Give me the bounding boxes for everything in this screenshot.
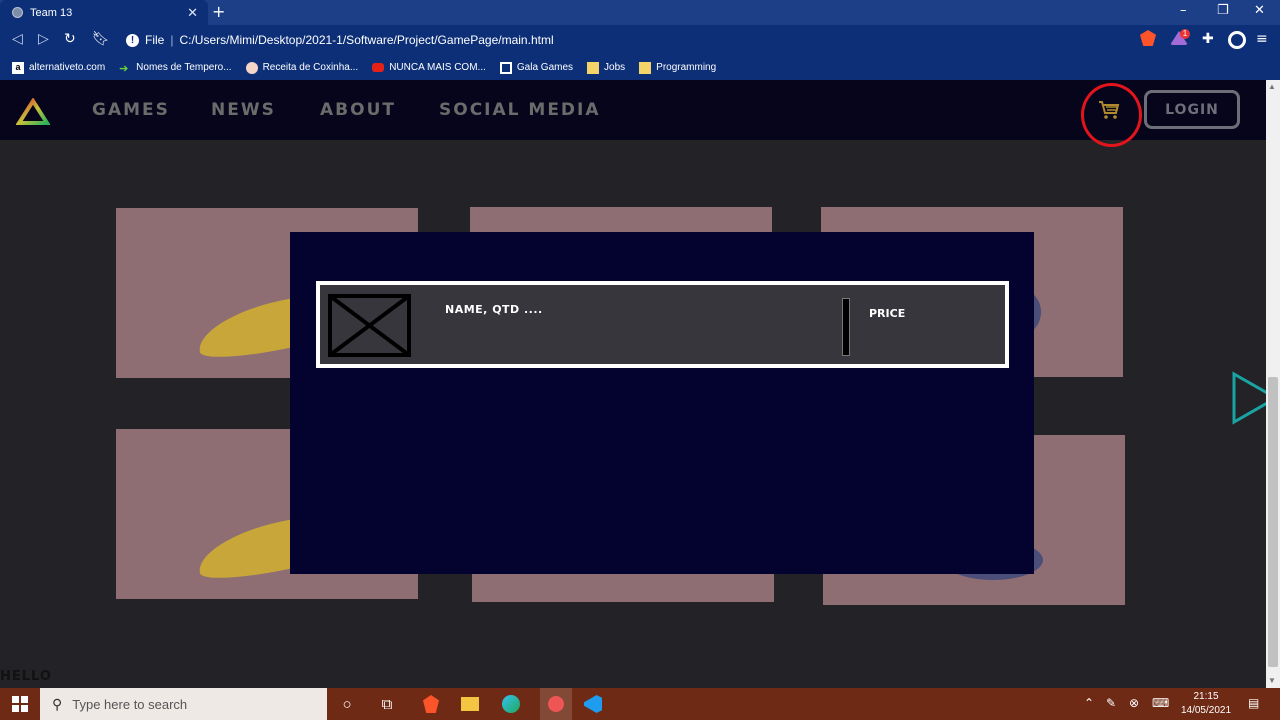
- bookmark-item[interactable]: NUNCA MAIS COM...: [372, 62, 486, 73]
- clock-date: 14/05/2021: [1180, 705, 1232, 716]
- green-arrow-icon: ➔: [119, 62, 129, 75]
- chef-icon: [245, 61, 258, 74]
- bookmark-label: Nomes de Tempero...: [136, 62, 232, 73]
- bookmark-icon[interactable]: 🔖︎: [92, 31, 110, 47]
- input-method-icon[interactable]: ⌨: [1152, 696, 1169, 710]
- close-window-button[interactable]: ✕: [1254, 3, 1265, 18]
- gala-icon: [499, 61, 512, 74]
- nav-games[interactable]: GAMES: [92, 100, 170, 120]
- search-icon: ⚲: [52, 695, 63, 712]
- folder-icon: [587, 61, 600, 74]
- brave-app-icon[interactable]: [420, 694, 442, 714]
- youtube-icon: [372, 63, 385, 72]
- bookmark-item[interactable]: ➔ Nomes de Tempero...: [119, 62, 232, 75]
- address-text[interactable]: C:/Users/Mimi/Desktop/2021-1/Software/Pr…: [179, 33, 553, 47]
- folder-icon: [639, 61, 652, 74]
- bookmark-label: alternativeto.com: [29, 62, 106, 73]
- rewards-badge: 1: [1180, 29, 1190, 39]
- info-icon[interactable]: !: [126, 33, 139, 47]
- bookmarks-bar: a alternativeto.com ➔ Nomes de Tempero..…: [0, 55, 1280, 80]
- nav-news[interactable]: NEWS: [211, 100, 276, 120]
- pen-icon[interactable]: ✎: [1106, 696, 1116, 710]
- image-placeholder-icon: [328, 294, 411, 357]
- triangle-logo-icon[interactable]: [16, 98, 50, 126]
- browser-tab[interactable]: Team 13 ✕: [0, 0, 208, 25]
- taskbar-clock[interactable]: 21:15 14/05/2021: [1176, 690, 1236, 718]
- brave-shield-icon[interactable]: [1140, 30, 1156, 46]
- item-name-qty: NAME, QTD ....: [445, 303, 543, 316]
- extensions-icon[interactable]: ✚: [1202, 31, 1214, 47]
- menu-icon[interactable]: ≡: [1256, 31, 1268, 47]
- scroll-down-icon[interactable]: ▼: [1268, 676, 1276, 685]
- cart-modal: NAME, QTD .... PRICE: [290, 232, 1034, 574]
- cart-item-row[interactable]: NAME, QTD .... PRICE: [316, 281, 1009, 368]
- taskbar-search[interactable]: ⚲ Type here to search: [40, 688, 327, 720]
- windows-taskbar: ⚲ Type here to search ○ ⧉ ⌃ ✎ ⊗ ⌨ 21:15 …: [0, 688, 1280, 720]
- edge-icon[interactable]: [500, 694, 522, 714]
- reload-icon[interactable]: ↻: [64, 31, 76, 47]
- tab-favicon-icon: [12, 7, 23, 18]
- item-price: PRICE: [869, 307, 906, 320]
- minimize-button[interactable]: –: [1180, 3, 1187, 18]
- tray-chevron-icon[interactable]: ⌃: [1084, 696, 1094, 710]
- bookmark-label: Gala Games: [516, 62, 574, 73]
- bookmark-item[interactable]: Receita de Coxinha...: [245, 61, 359, 74]
- footer-text: HELLO: [0, 669, 52, 684]
- task-view-icon[interactable]: ⧉: [376, 694, 398, 714]
- tab-title: Team 13: [30, 6, 73, 19]
- browser-toolbar: ◁ ▷ ↻ 🔖︎ ! File | C:/Users/Mimi/Desktop/…: [0, 25, 1280, 55]
- bookmark-item[interactable]: a alternativeto.com: [12, 61, 106, 74]
- a-letter-icon: a: [12, 61, 24, 74]
- page-viewport: GAMES NEWS ABOUT SOCIAL MEDIA LOGIN NAME…: [0, 80, 1280, 688]
- scrollbar[interactable]: ▲ ▼: [1266, 80, 1280, 688]
- network-off-icon[interactable]: ⊗: [1129, 696, 1139, 710]
- active-browser-icon[interactable]: [540, 688, 572, 720]
- site-navbar: GAMES NEWS ABOUT SOCIAL MEDIA LOGIN: [0, 80, 1280, 147]
- profile-icon[interactable]: [1228, 31, 1246, 49]
- login-button[interactable]: LOGIN: [1144, 90, 1240, 129]
- vscode-icon[interactable]: [582, 694, 604, 714]
- cortana-icon[interactable]: ○: [336, 694, 358, 714]
- nav-about[interactable]: ABOUT: [320, 100, 396, 120]
- back-icon[interactable]: ◁: [12, 31, 23, 47]
- file-explorer-icon[interactable]: [459, 694, 481, 714]
- forward-icon[interactable]: ▷: [38, 31, 49, 47]
- cart-highlight-circle: [1081, 83, 1142, 147]
- search-placeholder: Type here to search: [72, 696, 188, 712]
- start-button[interactable]: [0, 688, 40, 720]
- bookmark-label: Programming: [656, 62, 717, 73]
- scroll-thumb[interactable]: [1268, 377, 1278, 667]
- new-tab-button[interactable]: +: [212, 2, 225, 21]
- bookmark-label: NUNCA MAIS COM...: [389, 62, 486, 73]
- bookmark-item[interactable]: Gala Games: [499, 61, 574, 74]
- bookmark-item[interactable]: Jobs: [587, 61, 626, 74]
- maximize-button[interactable]: ❐: [1217, 3, 1229, 18]
- address-bar[interactable]: ! File | C:/Users/Mimi/Desktop/2021-1/So…: [118, 29, 1130, 51]
- notifications-icon[interactable]: ▤: [1248, 696, 1259, 710]
- bookmark-item[interactable]: Programming: [639, 61, 717, 74]
- scroll-up-icon[interactable]: ▲: [1268, 82, 1276, 91]
- address-separator: |: [170, 33, 174, 47]
- item-divider: [842, 298, 850, 356]
- tab-close-icon[interactable]: ✕: [187, 5, 198, 21]
- browser-tab-bar: Team 13 ✕ + – ❐ ✕: [0, 0, 1280, 25]
- nav-social-media[interactable]: SOCIAL MEDIA: [439, 100, 601, 120]
- clock-time: 21:15: [1193, 691, 1219, 702]
- protocol-label: File: [145, 33, 165, 47]
- bookmark-label: Jobs: [604, 62, 626, 73]
- windows-logo-icon: [12, 696, 28, 712]
- bookmark-label: Receita de Coxinha...: [262, 62, 359, 73]
